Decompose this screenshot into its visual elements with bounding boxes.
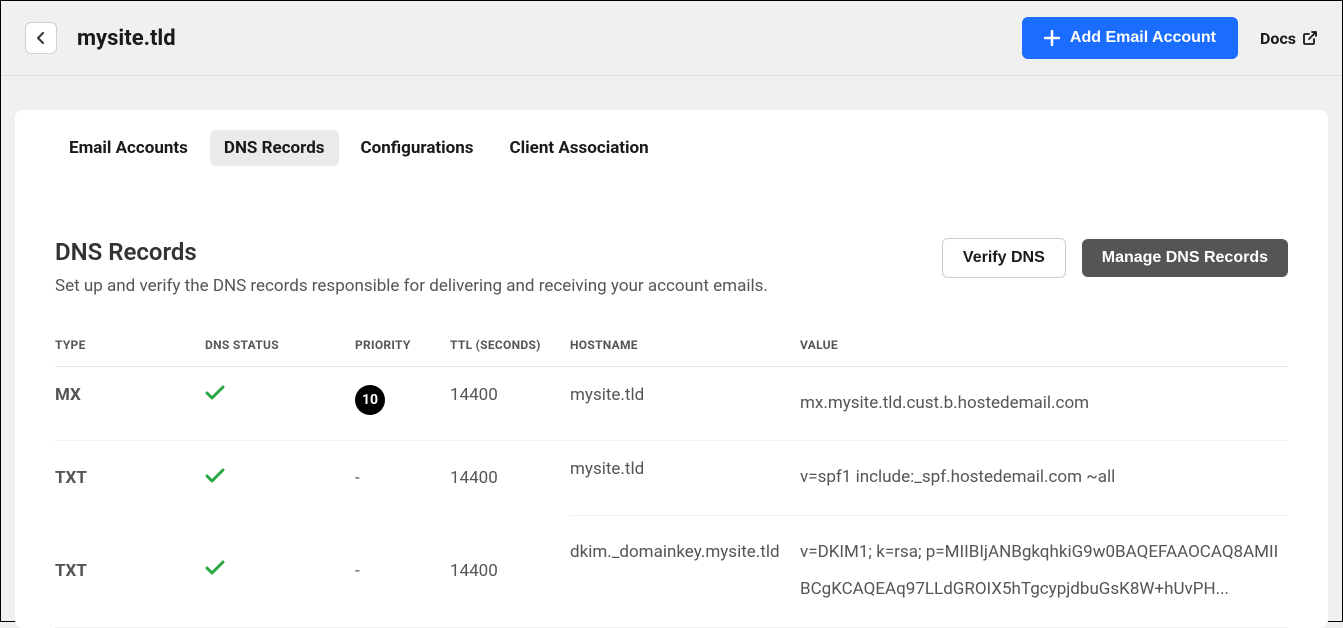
tabs-container: Email Accounts DNS Records Configuration… bbox=[15, 110, 1328, 182]
record-value: mx.mysite.tld.cust.b.hostedemail.com bbox=[800, 367, 1288, 441]
docs-link[interactable]: Docs bbox=[1260, 29, 1318, 48]
record-value: v=DKIM1; k=rsa; p=MIIBIjANBgkqhkiG9w0BAQ… bbox=[800, 515, 1288, 627]
record-hostname: mysite.tld bbox=[570, 367, 800, 441]
add-email-account-button[interactable]: Add Email Account bbox=[1022, 17, 1238, 59]
col-header-status: DNS STATUS bbox=[205, 330, 355, 367]
record-status bbox=[205, 515, 355, 627]
col-header-hostname: HOSTNAME bbox=[570, 330, 800, 367]
section-text: DNS Records Set up and verify the DNS re… bbox=[55, 238, 942, 296]
manage-dns-records-button[interactable]: Manage DNS Records bbox=[1082, 239, 1288, 277]
check-icon bbox=[205, 468, 225, 489]
docs-label: Docs bbox=[1260, 29, 1296, 48]
priority-badge: 10 bbox=[355, 385, 385, 415]
record-hostname: mysite.tld bbox=[570, 441, 800, 515]
record-ttl: 14400 bbox=[450, 367, 570, 441]
page-header: mysite.tld Add Email Account Docs bbox=[1, 1, 1342, 76]
content-card: Email Accounts DNS Records Configuration… bbox=[15, 110, 1328, 628]
page-title: mysite.tld bbox=[77, 26, 1022, 51]
check-icon bbox=[205, 385, 225, 406]
dns-table: TYPE DNS STATUS PRIORITY TTL (SECONDS) H… bbox=[55, 330, 1288, 628]
table-row: TXT - 14400 dkim._domainkey.mysite.tld v… bbox=[55, 515, 1288, 627]
col-header-type: TYPE bbox=[55, 330, 205, 367]
col-header-priority: PRIORITY bbox=[355, 330, 450, 367]
verify-dns-button[interactable]: Verify DNS bbox=[942, 238, 1066, 278]
record-priority: - bbox=[355, 515, 450, 627]
table-row: TXT - 14400 mysite.tld v=spf1 include:_s… bbox=[55, 441, 1288, 515]
record-type: MX bbox=[55, 367, 205, 441]
record-type: TXT bbox=[55, 515, 205, 627]
dns-table-wrapper: TYPE DNS STATUS PRIORITY TTL (SECONDS) H… bbox=[15, 306, 1328, 628]
external-link-icon bbox=[1302, 30, 1318, 46]
plus-icon bbox=[1044, 30, 1060, 46]
col-header-value: VALUE bbox=[800, 330, 1288, 367]
section-title: DNS Records bbox=[55, 238, 942, 266]
tab-client-association[interactable]: Client Association bbox=[496, 130, 663, 166]
record-priority: - bbox=[355, 441, 450, 515]
table-header-row: TYPE DNS STATUS PRIORITY TTL (SECONDS) H… bbox=[55, 330, 1288, 367]
add-email-account-label: Add Email Account bbox=[1070, 29, 1216, 47]
record-status bbox=[205, 441, 355, 515]
chevron-left-icon bbox=[37, 32, 45, 44]
back-button[interactable] bbox=[25, 22, 57, 54]
record-priority: 10 bbox=[355, 367, 450, 441]
tab-configurations[interactable]: Configurations bbox=[347, 130, 488, 166]
record-type: TXT bbox=[55, 441, 205, 515]
section-description: Set up and verify the DNS records respon… bbox=[55, 276, 942, 296]
col-header-ttl: TTL (SECONDS) bbox=[450, 330, 570, 367]
record-value: v=spf1 include:_spf.hostedemail.com ~all bbox=[800, 441, 1288, 515]
table-row: MX 10 14400 mysite.tld mx.mysite.tld.cus… bbox=[55, 367, 1288, 441]
record-ttl: 14400 bbox=[450, 515, 570, 627]
section-actions: Verify DNS Manage DNS Records bbox=[942, 238, 1288, 278]
check-icon bbox=[205, 560, 225, 581]
record-ttl: 14400 bbox=[450, 441, 570, 515]
section-header: DNS Records Set up and verify the DNS re… bbox=[15, 182, 1328, 306]
record-status bbox=[205, 367, 355, 441]
record-hostname: dkim._domainkey.mysite.tld bbox=[570, 515, 800, 627]
tab-dns-records[interactable]: DNS Records bbox=[210, 130, 339, 166]
tab-email-accounts[interactable]: Email Accounts bbox=[55, 130, 202, 166]
